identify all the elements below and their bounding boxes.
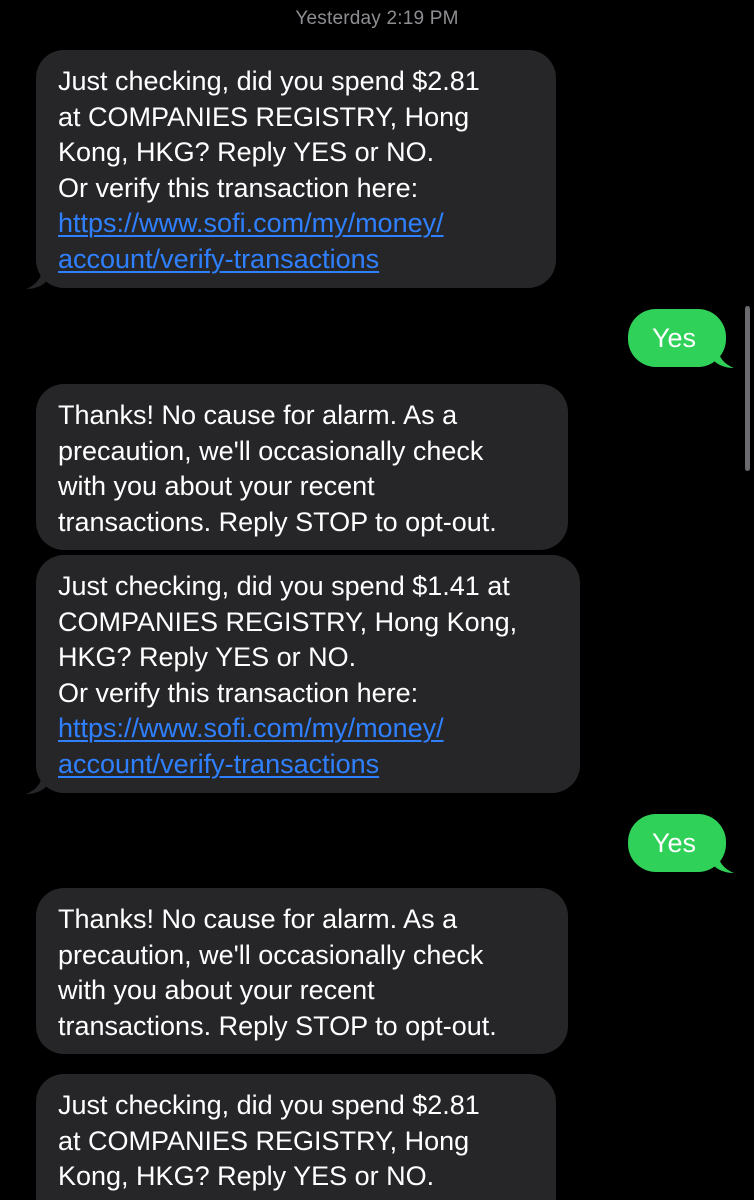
incoming-message-bubble[interactable]: Just checking, did you spend $2.81 at CO… — [36, 50, 556, 288]
verify-transaction-link[interactable]: https://www.sofi.com/my/money/ — [58, 713, 444, 743]
incoming-bubble-tail-icon — [26, 268, 47, 289]
message-text-line: precaution, we'll occasionally check — [58, 939, 484, 970]
message-text-line: Or verify this transaction here: — [58, 677, 419, 708]
timestamp-label: Yesterday 2:19 PM — [295, 8, 459, 29]
message-text-line: COMPANIES REGISTRY, Hong Kong, — [58, 606, 518, 637]
message-text-line: Kong, HKG? Reply YES or NO. — [58, 137, 435, 167]
incoming-bubble-tail-icon — [26, 773, 47, 794]
message-text-line: transactions. Reply STOP to opt-out. — [58, 1010, 497, 1041]
message-text-line: with you about your recent — [58, 471, 375, 501]
message-text-line: Just checking, did you spend $2.81 — [58, 66, 480, 96]
message-text-line: at COMPANIES REGISTRY, Hong — [58, 1125, 470, 1156]
message-text-line: HKG? Reply YES or NO. — [58, 642, 357, 672]
verify-transaction-link[interactable]: account/verify-transactions — [58, 749, 379, 779]
message-thread[interactable]: Yesterday 2:19 PM Just checking, did you… — [0, 0, 754, 1200]
message-text: Yes — [652, 828, 697, 858]
scrollbar[interactable] — [745, 306, 750, 471]
message-text-line: Just checking, did you spend $2.81 — [58, 1090, 480, 1120]
verify-transaction-link[interactable]: account/verify-transactions — [58, 244, 379, 274]
message-text-line: Thanks! No cause for alarm. As a — [58, 904, 458, 934]
message-text-line: Just checking, did you spend $1.41 at — [58, 571, 510, 601]
message-text-line: Kong, HKG? Reply YES or NO. — [58, 1161, 435, 1191]
message-text-line: precaution, we'll occasionally check — [58, 435, 484, 466]
outgoing-bubble-tail-icon — [713, 347, 734, 368]
incoming-message-bubble[interactable]: Just checking, did you spend $2.81 at CO… — [36, 1074, 556, 1200]
message-text-line: with you about your recent — [58, 975, 375, 1005]
incoming-message-bubble[interactable]: Just checking, did you spend $1.41 at CO… — [36, 555, 580, 793]
message-text-line: Or verify this transaction here: — [58, 172, 419, 203]
incoming-message-bubble[interactable]: Thanks! No cause for alarm. As a precaut… — [36, 888, 568, 1054]
outgoing-bubble-tail-icon — [713, 852, 734, 873]
incoming-message-bubble[interactable]: Thanks! No cause for alarm. As a precaut… — [36, 384, 568, 550]
message-text-line: at COMPANIES REGISTRY, Hong — [58, 101, 470, 132]
verify-transaction-link[interactable]: https://www.sofi.com/my/money/ — [58, 208, 444, 238]
message-text-line: Thanks! No cause for alarm. As a — [58, 400, 458, 430]
message-text: Yes — [652, 323, 697, 353]
message-text-line: transactions. Reply STOP to opt-out. — [58, 506, 497, 537]
